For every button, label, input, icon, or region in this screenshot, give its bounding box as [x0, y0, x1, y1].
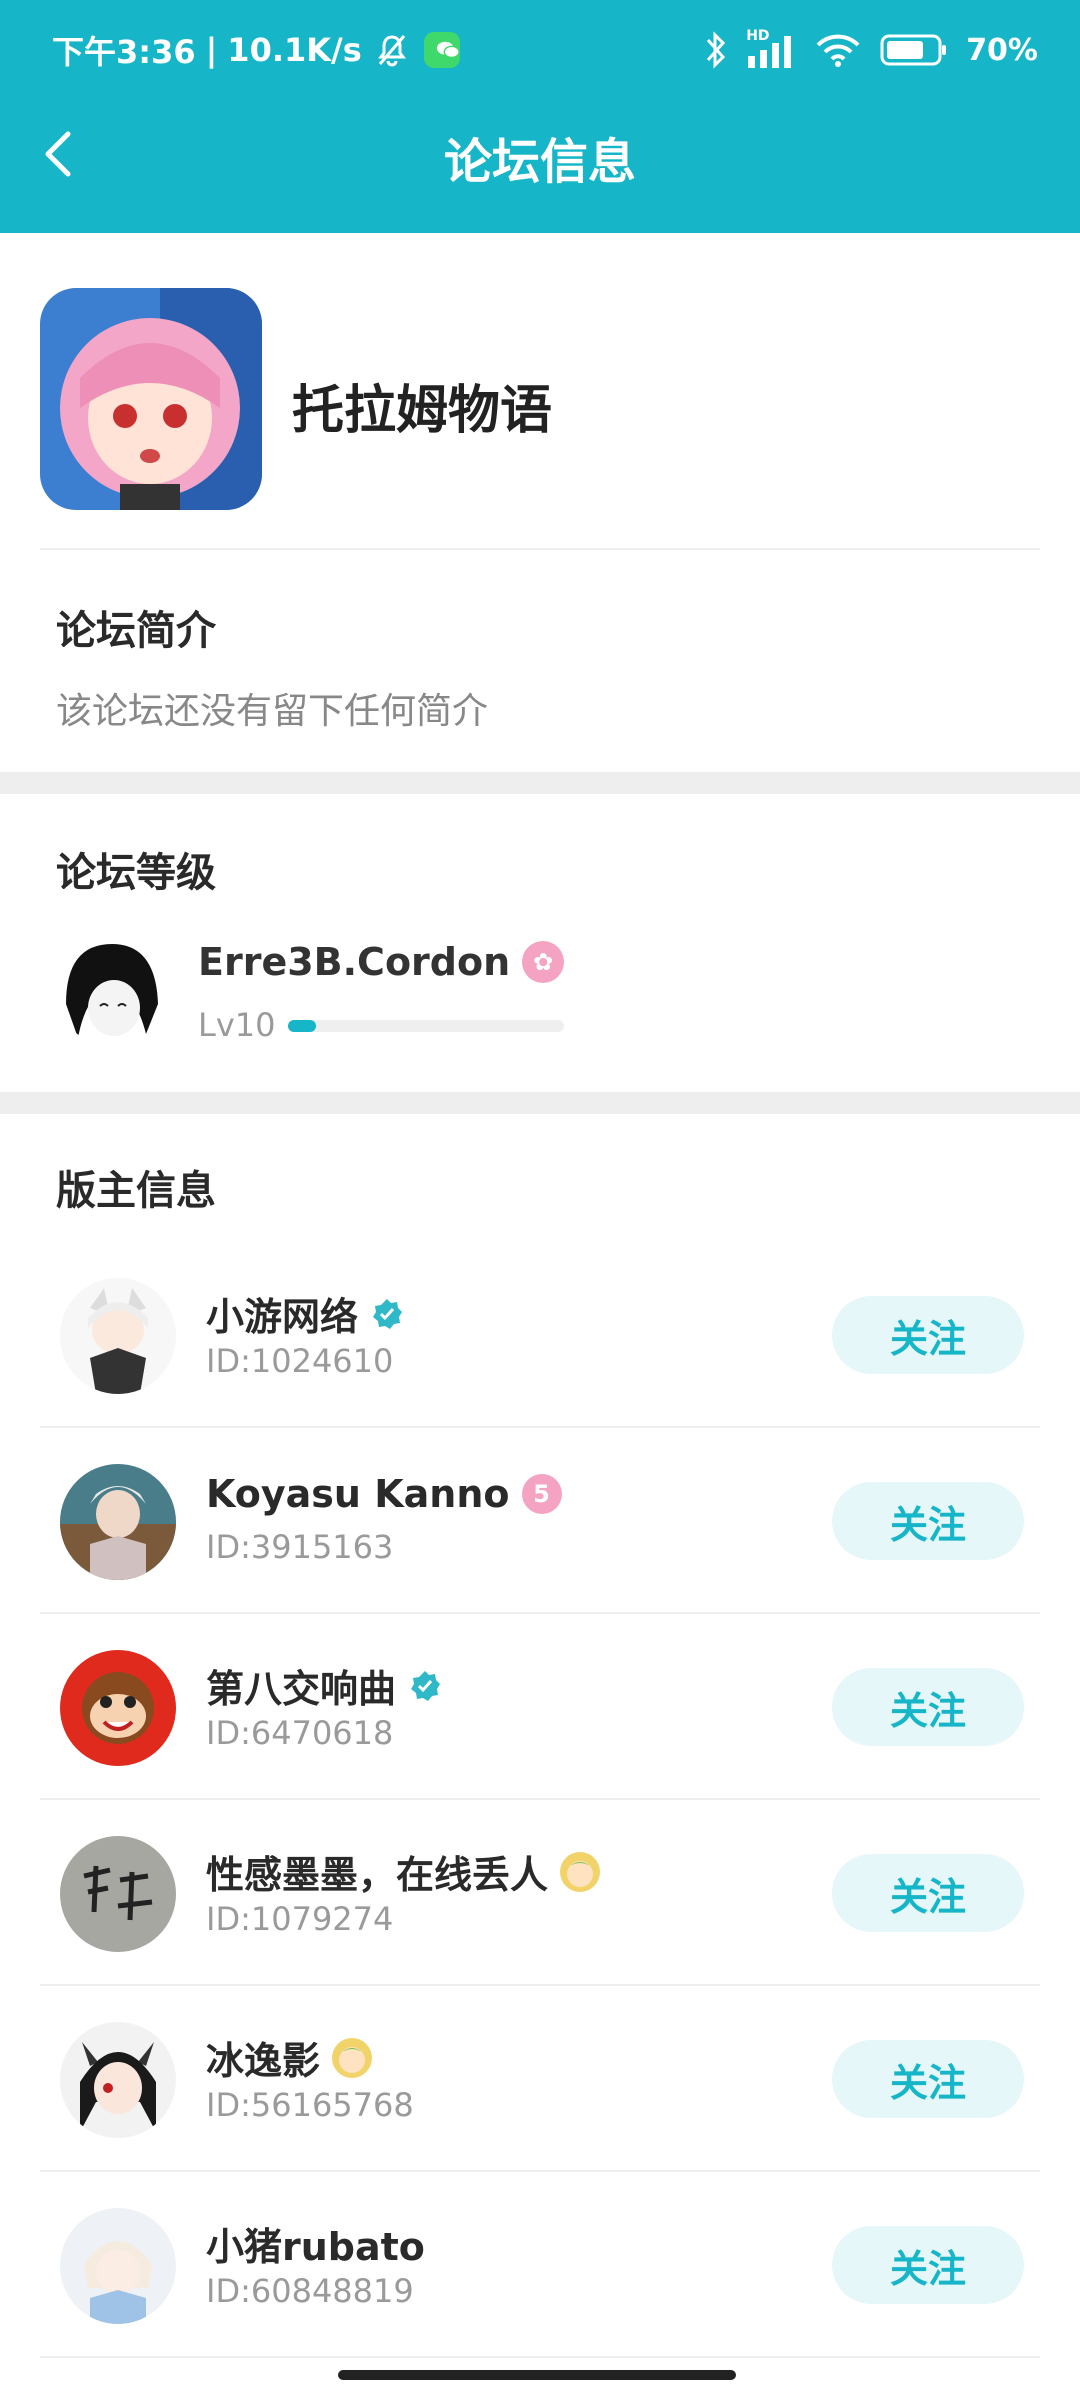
moderator-name-row: 第八交响曲 [206, 1658, 442, 1713]
moderator-name: 小游网络 [206, 1295, 359, 1339]
mute-bell-icon [377, 35, 406, 67]
moderator-name-row: 小猪rubato [206, 2216, 425, 2271]
character-badge-icon [560, 1851, 601, 1892]
level-title: 论坛等级 [56, 850, 216, 896]
intro-text: 该论坛还没有留下任何简介 [56, 691, 489, 732]
follow-button[interactable]: 关注 [832, 1668, 1024, 1746]
moderator-id: ID:1079274 [206, 1900, 394, 1938]
divider [40, 2356, 1040, 2358]
list-item[interactable]: 小猪rubato ID:60848819 关注 [40, 2172, 1040, 2358]
moderators-title: 版主信息 [56, 1168, 216, 1214]
moderator-id: ID:6470618 [206, 1714, 394, 1752]
moderator-id: ID:1024610 [206, 1342, 394, 1380]
moderator-name: 冰逸影 [206, 2039, 321, 2083]
avatar[interactable] [60, 2208, 176, 2324]
forum-logo [40, 288, 262, 510]
moderator-name-row: 冰逸影 [206, 2030, 373, 2085]
bluetooth-icon [707, 31, 726, 69]
home-indicator[interactable] [338, 2370, 736, 2380]
moderator-name: 性感墨墨，在线丢人 [206, 1853, 549, 1897]
status-bar-right: HD 70% [704, 26, 1038, 74]
status-separator: | [205, 31, 218, 69]
pink-level-icon: 5 [521, 1474, 562, 1514]
level-progress-bar [288, 1020, 564, 1032]
wechat-icon [423, 32, 460, 68]
top-bar: 下午3:36 | 10.1K/s HD 70% 论坛信息 [0, 0, 1080, 233]
avatar[interactable] [56, 934, 168, 1046]
follow-button[interactable]: 关注 [832, 1854, 1024, 1932]
follow-button[interactable]: 关注 [832, 1482, 1024, 1560]
wifi-icon [816, 34, 860, 67]
follow-button[interactable]: 关注 [832, 2040, 1024, 2118]
follow-button[interactable]: 关注 [832, 1296, 1024, 1374]
status-time: 下午3:36 [52, 33, 196, 71]
list-item[interactable]: 性感墨墨，在线丢人 ID:1079274 关注 [40, 1800, 1040, 1986]
moderator-id: ID:3915163 [206, 1528, 394, 1566]
forum-name: 托拉姆物语 [292, 381, 553, 441]
status-bar-left: 下午3:36 | 10.1K/s [52, 26, 460, 74]
moderator-name-row: 性感墨墨，在线丢人 [206, 1844, 601, 1899]
section-gap [0, 772, 1080, 794]
moderator-name: 第八交响曲 [206, 1667, 397, 1711]
battery-percent: 70% [966, 32, 1038, 68]
moderator-id: ID:56165768 [206, 2086, 414, 2124]
battery-icon [880, 34, 947, 66]
avatar[interactable] [60, 2022, 176, 2138]
level-progress-fill [288, 1020, 316, 1032]
hd-label: HD [746, 28, 770, 44]
section-gap [0, 1092, 1080, 1114]
avatar[interactable] [60, 1650, 176, 1766]
avatar[interactable] [60, 1836, 176, 1952]
status-net-speed: 10.1K/s [227, 31, 362, 69]
level-user-name: Erre3B.Cordon [198, 940, 511, 984]
list-item[interactable]: 小游网络 ID:1024610 关注 [40, 1242, 1040, 1428]
list-item[interactable]: Koyasu Kanno 5 ID:3915163 关注 [40, 1428, 1040, 1614]
moderator-name-row: 小游网络 [206, 1286, 404, 1341]
pink-badge-icon: ✿ [522, 941, 565, 983]
verified-icon [411, 1670, 441, 1701]
moderator-id: ID:60848819 [206, 2272, 414, 2310]
list-item[interactable]: 冰逸影 ID:56165768 关注 [40, 1986, 1040, 2172]
level-text: Lv10 [198, 1006, 276, 1044]
moderator-name: Koyasu Kanno [206, 1472, 510, 1516]
avatar[interactable] [60, 1278, 176, 1394]
list-item[interactable]: 第八交响曲 ID:6470618 关注 [40, 1614, 1040, 1800]
level-user: Erre3B.Cordon ✿ [198, 940, 565, 984]
signal-group: HD [746, 28, 796, 70]
divider [40, 548, 1040, 550]
moderator-name: 小猪rubato [206, 2225, 425, 2269]
follow-button[interactable]: 关注 [832, 2226, 1024, 2304]
verified-icon [373, 1298, 403, 1329]
intro-title: 论坛简介 [56, 608, 216, 654]
avatar[interactable] [60, 1464, 176, 1580]
character-badge-icon [332, 2037, 373, 2078]
page-title: 论坛信息 [443, 134, 636, 190]
moderator-name-row: Koyasu Kanno 5 [206, 1472, 562, 1516]
